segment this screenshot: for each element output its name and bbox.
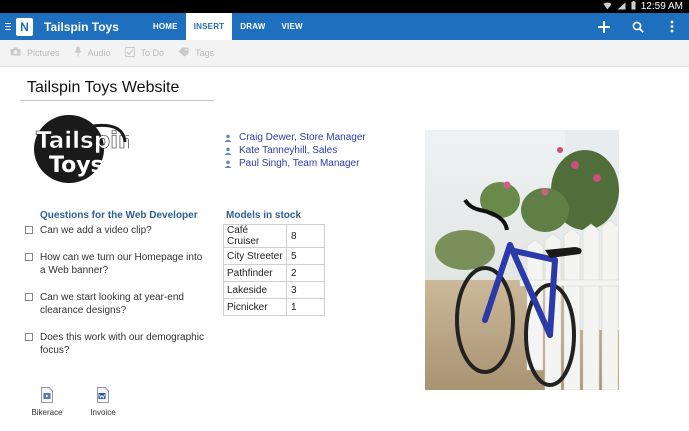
todo-text[interactable]: How can we turn our Homepage into a Web … [40,251,205,277]
search-icon[interactable] [621,13,655,40]
ribbon-tags-label: Tags [195,48,215,58]
notebook-title[interactable]: Tailspin Toys [44,20,119,34]
svg-text:Tailspin: Tailspin [36,128,129,154]
todo-text[interactable]: Does this work with our demographic focu… [40,331,205,357]
camera-icon [10,47,21,59]
contact-icon [224,134,232,142]
contact-icon [224,147,232,155]
ribbon-audio-label: Audio [87,48,111,58]
attachment-bikerace[interactable]: Bikerace [30,387,64,417]
tab-draw[interactable]: DRAW [232,13,273,40]
model-name-cell[interactable]: Picnicker [223,298,287,316]
person-item[interactable]: Craig Dewer, Store Manager [224,131,366,144]
todo-item: Can we add a video clip? [25,224,205,251]
attachment-invoice[interactable]: Invoice [86,387,120,417]
svg-text:Toys: Toys [49,153,104,178]
plus-icon[interactable] [587,13,621,40]
tab-home[interactable]: HOME [145,13,186,40]
microphone-icon [74,46,82,60]
signal-icon [617,2,626,12]
todo-checkbox[interactable] [25,293,33,301]
todo-text[interactable]: Can we add a video clip? [40,224,152,237]
model-name-cell[interactable]: City Streeter [223,247,287,265]
todo-item: Can we start looking at year-end clearan… [25,291,205,331]
attachment-label: Bikerace [31,408,63,417]
ribbon-tags-button[interactable]: Tags [178,47,214,60]
model-qty-cell[interactable]: 3 [286,281,325,299]
questions-list: Can we add a video clip? How can we turn… [25,224,205,358]
todo-checkbox[interactable] [25,226,33,234]
table-row[interactable]: City Streeter 5 [223,247,325,265]
model-qty-cell[interactable]: 8 [286,224,325,248]
todo-checkbox[interactable] [25,253,33,261]
ribbon-audio-button[interactable]: Audio [74,46,111,60]
checkbox-icon [124,46,135,60]
person-name: Kate Tanneyhill, Sales [239,145,338,156]
model-name-cell[interactable]: Lakeside [223,281,287,299]
person-item[interactable]: Paul Singh, Team Manager [224,157,366,170]
todo-item: How can we turn our Homepage into a Web … [25,251,205,291]
status-bar: 12:59 AM [0,0,689,13]
attachments: Bikerace Invoice [30,387,120,417]
model-qty-cell[interactable]: 2 [286,264,325,282]
person-name: Craig Dewer, Store Manager [239,132,366,143]
table-row[interactable]: Pathfinder 2 [223,264,325,282]
table-row[interactable]: Café Cruiser 8 [223,224,325,248]
todo-item: Does this work with our demographic focu… [25,331,205,358]
bicycle-photo[interactable] [425,130,619,390]
tailspin-toys-logo[interactable]: Tailspin Toys [33,112,135,184]
battery-icon [631,1,636,12]
people-list: Craig Dewer, Store Manager Kate Tanneyhi… [224,131,366,170]
word-document-icon [97,387,109,403]
onenote-logo-icon: N [16,17,33,36]
models-table[interactable]: Café Cruiser 8 City Streeter 5 Pathfinde… [223,224,325,316]
more-vertical-icon[interactable] [655,13,689,40]
model-qty-cell[interactable]: 5 [286,247,325,265]
todo-checkbox[interactable] [25,333,33,341]
contact-icon [224,160,232,168]
ribbon-todo-button[interactable]: To Do [124,46,165,60]
status-time: 12:59 AM [640,1,683,12]
tab-insert[interactable]: INSERT [185,13,233,40]
insert-ribbon: Pictures Audio To Do Tags [0,40,689,67]
todo-text[interactable]: Can we start looking at year-end clearan… [40,291,205,317]
person-name: Paul Singh, Team Manager [239,158,360,169]
questions-heading: Questions for the Web Developer [40,210,198,221]
ribbon-pictures-label: Pictures [27,48,60,58]
video-file-icon [41,387,53,403]
app-bar: N Tailspin Toys HOME INSERT DRAW VIEW [0,13,689,40]
hamburger-menu-icon[interactable] [0,13,16,40]
ribbon-pictures-button[interactable]: Pictures [10,47,60,59]
wifi-icon [603,2,612,12]
table-row[interactable]: Picnicker 1 [223,298,325,316]
model-name-cell[interactable]: Pathfinder [223,264,287,282]
table-row[interactable]: Lakeside 3 [223,281,325,299]
page-title[interactable]: Tailspin Toys Website [20,77,214,101]
tab-view[interactable]: VIEW [274,13,311,40]
model-name-cell[interactable]: Café Cruiser [223,224,287,248]
attachment-label: Invoice [90,408,116,417]
ribbon-todo-label: To Do [140,48,165,58]
model-qty-cell[interactable]: 1 [286,298,325,316]
models-heading: Models in stock [226,210,302,221]
person-item[interactable]: Kate Tanneyhill, Sales [224,144,366,157]
tag-icon [178,47,189,60]
